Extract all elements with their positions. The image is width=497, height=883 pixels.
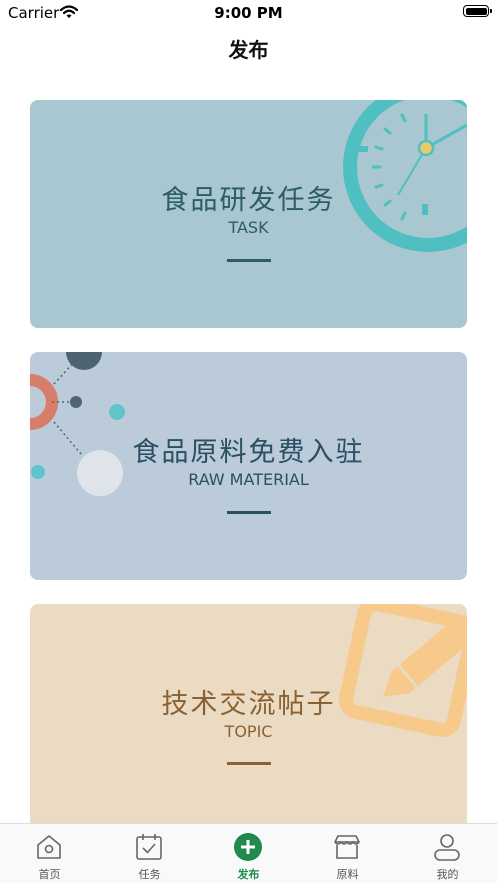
home-icon <box>37 835 61 859</box>
card-subtitle: TASK <box>228 218 269 237</box>
battery-icon <box>463 5 492 17</box>
tab-tasks[interactable]: 任务 <box>100 824 199 883</box>
card-title: 技术交流帖子 <box>161 689 336 720</box>
tab-label: 任务 <box>138 868 161 881</box>
divider <box>227 511 271 514</box>
tab-label: 发布 <box>237 868 260 881</box>
topic-card[interactable]: 技术交流帖子 TOPIC <box>30 604 467 823</box>
divider <box>227 762 271 765</box>
tab-bar: 首页 任务 发布 原料 我的 <box>0 823 497 883</box>
plus-circle-icon <box>234 833 262 861</box>
card-title: 食品研发任务 <box>161 185 336 216</box>
divider <box>227 259 271 262</box>
tab-label: 我的 <box>436 868 459 881</box>
user-icon <box>434 834 460 861</box>
status-time: 9:00 PM <box>214 4 283 22</box>
card-subtitle: RAW MATERIAL <box>188 470 309 489</box>
raw-material-card[interactable]: 食品原料免费入驻 RAW MATERIAL <box>30 352 467 580</box>
status-bar: Carrier 9:00 PM <box>0 0 497 26</box>
store-icon <box>334 835 360 859</box>
page-title: 发布 <box>228 38 269 62</box>
tab-publish[interactable]: 发布 <box>199 824 298 883</box>
tab-home[interactable]: 首页 <box>0 824 99 883</box>
card-title: 食品原料免费入驻 <box>132 437 365 468</box>
tab-label: 首页 <box>38 868 61 881</box>
clipboard-check-icon <box>136 834 162 860</box>
tab-materials[interactable]: 原料 <box>298 824 397 883</box>
tab-label: 原料 <box>336 868 359 881</box>
task-card[interactable]: 食品研发任务 TASK <box>30 100 467 328</box>
tab-profile[interactable]: 我的 <box>398 824 497 883</box>
card-subtitle: TOPIC <box>224 722 273 741</box>
